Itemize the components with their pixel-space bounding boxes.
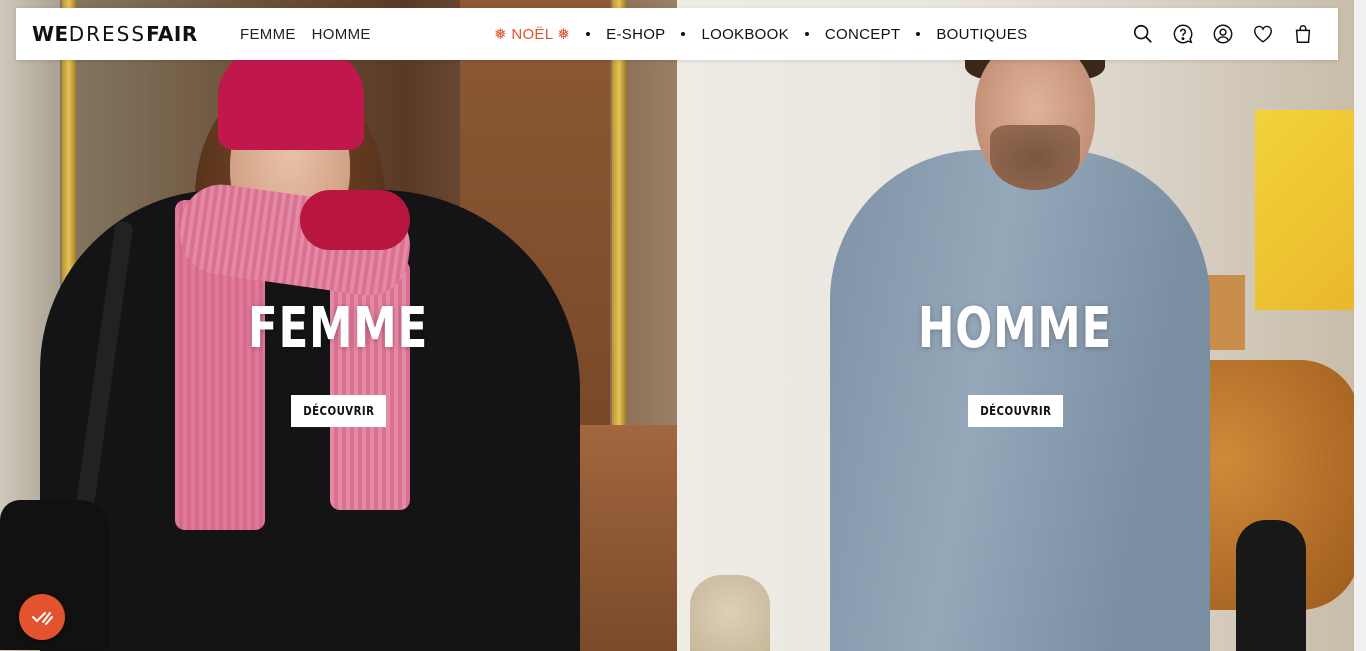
page-scrollbar[interactable] (1354, 0, 1366, 651)
beard (990, 125, 1080, 190)
accessibility-badge-icon[interactable] (19, 594, 65, 640)
decouvrir-femme-button[interactable]: DÉCOUVRIR (291, 395, 386, 427)
header-icons (1132, 8, 1314, 60)
nav-femme[interactable]: FEMME (240, 26, 296, 43)
help-icon[interactable] (1172, 23, 1194, 45)
hero-title-femme: FEMME (247, 296, 429, 361)
account-icon[interactable] (1212, 23, 1234, 45)
nav-concept[interactable]: CONCEPT (825, 26, 900, 43)
main-nav: ❅ NOËL ❅ E-SHOP LOOKBOOK CONCEPT BOUTIQU… (494, 8, 1027, 60)
logo-part: FAIR (146, 22, 198, 46)
site-header: WEDRESSFAIR FEMME HOMME ❅ NOËL ❅ E-SHOP … (16, 8, 1338, 60)
wall-painting (1255, 110, 1355, 310)
logo-part: WE (32, 22, 69, 46)
ceramic-vase (690, 575, 770, 651)
glove (300, 190, 410, 250)
nav-boutiques[interactable]: BOUTIQUES (936, 26, 1027, 43)
brand-logo[interactable]: WEDRESSFAIR (32, 22, 198, 46)
nav-noel[interactable]: ❅ NOËL ❅ (494, 25, 570, 43)
nav-separator (586, 32, 591, 36)
nav-separator (681, 32, 686, 36)
cart-icon[interactable] (1292, 23, 1314, 45)
cta-label: DÉCOUVRIR (979, 404, 1052, 418)
cta-label: DÉCOUVRIR (302, 404, 375, 418)
nav-homme[interactable]: HOMME (312, 26, 371, 43)
gender-nav: FEMME HOMME (240, 8, 371, 60)
nav-lookbook[interactable]: LOOKBOOK (701, 26, 788, 43)
search-icon[interactable] (1132, 23, 1154, 45)
nav-separator (916, 32, 921, 36)
hero-title-homme: HOMME (917, 296, 1113, 361)
logo-part: DRESS (68, 22, 147, 46)
nav-eshop[interactable]: E-SHOP (606, 26, 665, 43)
decouvrir-homme-button[interactable]: DÉCOUVRIR (968, 395, 1063, 427)
wishlist-icon[interactable] (1252, 23, 1274, 45)
side-table (1236, 520, 1306, 651)
nav-separator (804, 32, 809, 36)
